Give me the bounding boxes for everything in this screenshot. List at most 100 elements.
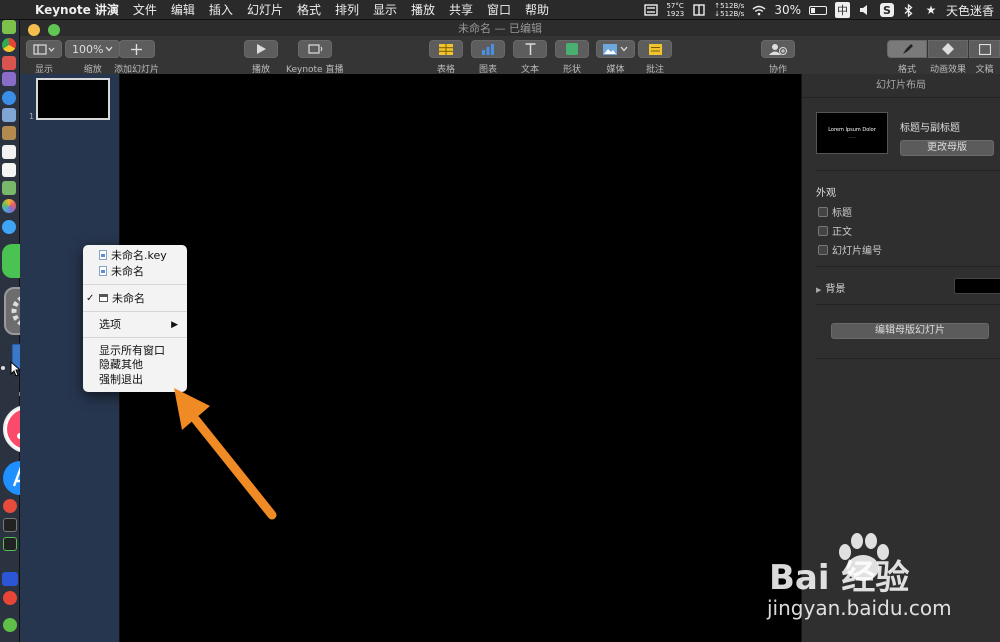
change-master-button[interactable]: 更改母版 [900, 140, 994, 156]
force-quit-label: 强制退出 [99, 373, 143, 386]
context-menu-item[interactable]: 未命名.key [83, 249, 187, 263]
slide-number: 1 [29, 112, 35, 121]
menu-play[interactable]: 播放 [404, 1, 442, 18]
activity-monitor-icon[interactable] [3, 537, 17, 551]
body-checkbox-row[interactable]: 正文 [818, 223, 852, 238]
network-monitor-icon[interactable] [692, 3, 706, 17]
body-checkbox[interactable] [818, 225, 828, 236]
menu-file[interactable]: 文件 [126, 1, 164, 18]
animate-button[interactable] [928, 40, 968, 58]
table-button[interactable] [429, 40, 463, 58]
title-checkbox-row[interactable]: 标题 [818, 204, 852, 219]
preview-icon[interactable] [2, 108, 16, 122]
wechat-icon[interactable] [3, 618, 17, 632]
context-menu-item[interactable]: 未命名 [83, 265, 187, 279]
keynote-document-icon [99, 250, 107, 260]
menu-insert[interactable]: 插入 [202, 1, 240, 18]
collaborate-button[interactable] [761, 40, 795, 58]
photos-icon[interactable] [2, 199, 16, 213]
edit-master-slide-button[interactable]: 编辑母版幻灯片 [831, 323, 989, 339]
app-icon-red[interactable] [2, 56, 16, 70]
recent-file: 未命名 [111, 265, 144, 278]
vpn-icon[interactable] [2, 572, 18, 586]
context-menu-item[interactable]: 隐藏其他 [83, 358, 187, 372]
app-icon-brown[interactable] [2, 126, 16, 140]
user-name[interactable]: 天色迷香 [946, 2, 994, 19]
layout-name: 标题与副标题 [900, 123, 960, 134]
menu-slide[interactable]: 幻灯片 [240, 1, 290, 18]
menu-window[interactable]: 窗口 [480, 1, 518, 18]
yandex-icon[interactable] [3, 591, 17, 605]
menu-view[interactable]: 显示 [366, 1, 404, 18]
add-slide-button[interactable] [118, 40, 155, 58]
terminal-icon[interactable] [3, 518, 17, 532]
android-app-icon[interactable] [2, 20, 16, 34]
chrome-icon[interactable] [2, 38, 16, 52]
network-speed[interactable]: ↑512B/s ↓512B/s [714, 2, 744, 18]
net-download: ↓512B/s [714, 10, 745, 18]
title-bar: 未命名 — 已编辑 [0, 20, 1000, 36]
slide-number-checkbox[interactable] [818, 244, 828, 255]
background-color-well[interactable] [954, 278, 1000, 294]
slide-canvas[interactable] [120, 74, 801, 642]
divider [816, 170, 1000, 171]
document-icon [978, 43, 991, 55]
format-button[interactable] [887, 40, 927, 58]
vivaldi-icon[interactable] [3, 499, 17, 513]
keynote-live-button[interactable] [297, 40, 332, 58]
slide-number-checkbox-row[interactable]: 幻灯片编号 [818, 242, 882, 257]
dock-context-menu: 未命名.key 未命名 ✓ 未命名 选项 ▶ 显示所有窗口 隐藏其他 强制退出 [83, 245, 187, 392]
wifi-icon[interactable] [752, 3, 766, 17]
toolbar-keynote-live: Keynote 直播 [286, 40, 343, 75]
toolbar-animate: 动画效果 [928, 40, 968, 75]
input-method-indicator[interactable]: 中 [834, 2, 850, 18]
comment-button[interactable] [638, 40, 672, 58]
text-icon [525, 43, 535, 55]
zoom-button[interactable] [48, 24, 60, 36]
volume-icon[interactable] [858, 3, 872, 17]
messages-icon[interactable] [2, 220, 16, 234]
toolbar-play: 播放 [244, 40, 278, 75]
maps-icon[interactable] [2, 181, 16, 195]
safari-icon[interactable] [2, 91, 16, 105]
play-button[interactable] [244, 40, 278, 58]
menu-edit[interactable]: 编辑 [164, 1, 202, 18]
menu-arrange[interactable]: 排列 [328, 1, 366, 18]
title-checkbox[interactable] [818, 206, 828, 217]
temperature-readout[interactable]: 57°C 1923 [666, 2, 684, 18]
menu-help[interactable]: 帮助 [518, 1, 556, 18]
context-menu-item[interactable]: ✓ 未命名 [83, 292, 187, 306]
context-menu-item[interactable]: 显示所有窗口 [83, 344, 187, 358]
bluetooth-icon[interactable] [902, 3, 916, 17]
fan-speed: 1923 [666, 10, 685, 18]
menu-app-name[interactable]: Keynote 讲演 [28, 1, 126, 18]
background-disclosure[interactable]: ▶ 背景 [816, 280, 845, 295]
divider [816, 304, 1000, 305]
battery-icon[interactable] [808, 5, 827, 15]
layout-thumbnail[interactable]: Lorem Ipsum Dolor ——— [816, 112, 888, 154]
app-icon-purple[interactable] [2, 72, 16, 86]
document-button[interactable] [969, 40, 1000, 58]
zoom-select[interactable]: 100% [65, 40, 121, 58]
star-icon[interactable]: ★ [924, 3, 938, 17]
menu-extra-icon[interactable] [644, 3, 659, 17]
media-button[interactable] [596, 40, 635, 58]
context-menu-item[interactable]: 选项 ▶ [83, 318, 187, 332]
play-icon [256, 44, 266, 54]
minimize-button[interactable] [28, 24, 40, 36]
slide-thumbnail[interactable] [36, 78, 110, 120]
chart-button[interactable] [471, 40, 505, 58]
text-button[interactable] [513, 40, 547, 58]
menu-format[interactable]: 格式 [290, 1, 328, 18]
toolbar-document: 文稿 [969, 40, 1000, 75]
calendar-icon[interactable] [2, 145, 16, 159]
baidu-watermark: Bai 经验 jingyan.baidu.com [765, 530, 990, 630]
shape-button[interactable] [555, 40, 589, 58]
person-plus-icon [769, 44, 787, 55]
photo-icon [603, 43, 617, 55]
menu-share[interactable]: 共享 [442, 1, 480, 18]
view-button[interactable] [26, 40, 62, 58]
battery-fill [810, 7, 815, 13]
notes-icon[interactable] [2, 163, 16, 177]
sogou-input-icon[interactable]: S [879, 3, 894, 17]
